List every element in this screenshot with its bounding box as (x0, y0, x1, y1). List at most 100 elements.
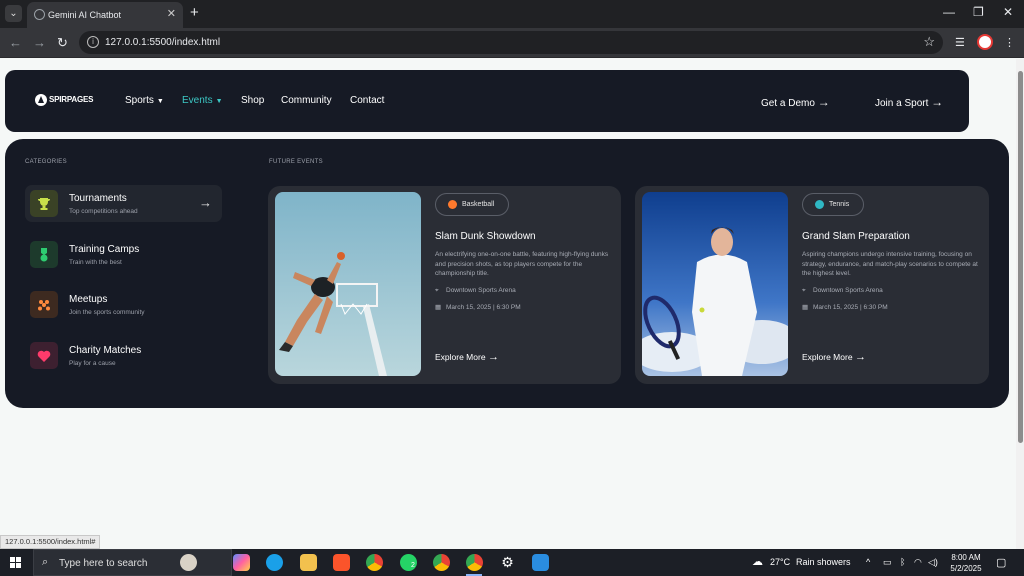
location-pin-icon: ⌖ (802, 287, 806, 294)
event-location: ⌖ Downtown Sports Arena (435, 287, 516, 294)
chevron-down-icon: ▼ (156, 98, 164, 105)
forward-button[interactable]: → (33, 35, 46, 50)
weather-text[interactable]: Rain showers (796, 557, 851, 567)
bookmark-star-icon[interactable]: ☆ (923, 34, 935, 50)
tab-search-button[interactable]: ⌄ (5, 5, 22, 22)
category-training-camps[interactable]: Training Camps Train with the best (25, 236, 222, 273)
nav-events[interactable]: Events ▼ (182, 95, 223, 106)
page-scrollbar[interactable] (1016, 59, 1024, 549)
brave-icon[interactable] (333, 554, 350, 571)
event-location: ⌖ Downtown Sports Arena (802, 287, 883, 294)
chrome-active-icon[interactable] (466, 554, 483, 571)
site-logo[interactable]: SPIRPAGES (35, 94, 93, 106)
tennis-photo (642, 192, 788, 376)
whatsapp-badge: 2 (411, 562, 415, 569)
chrome-icon[interactable] (366, 554, 383, 571)
tab-title: Gemini AI Chatbot (48, 10, 122, 20)
calendar-icon: ▦ (435, 304, 442, 311)
category-subtitle: Join the sports community (69, 309, 145, 316)
settings-gear-icon[interactable]: ⚙ (499, 554, 516, 571)
category-subtitle: Play for a cause (69, 360, 116, 367)
back-button[interactable]: ← (9, 35, 22, 50)
vscode-icon[interactable] (532, 554, 549, 571)
reading-list-icon[interactable]: ☰ (955, 36, 965, 49)
category-tournaments[interactable]: Tournaments Top competitions ahead → (25, 185, 222, 222)
category-name: Training Camps (69, 244, 140, 255)
reload-button[interactable]: ↻ (57, 35, 68, 51)
menu-dots-icon[interactable]: ⋮ (1004, 36, 1015, 49)
join-sport-link[interactable]: Join a Sport → (875, 95, 943, 109)
url-bar[interactable]: i 127.0.0.1:5500/index.html ☆ (79, 31, 943, 54)
bluetooth-icon[interactable]: ᛒ (900, 557, 905, 567)
event-card-basketball[interactable]: Basketball Slam Dunk Showdown An electri… (268, 186, 621, 384)
explore-more-link[interactable]: Explore More → (802, 351, 866, 363)
weather-temp[interactable]: 27°C (770, 557, 790, 567)
category-meetups[interactable]: Meetups Join the sports community (25, 286, 222, 323)
category-subtitle: Top competitions ahead (69, 208, 138, 215)
arrow-right-icon: → (199, 195, 212, 210)
taskbar-search-placeholder: Type here to search (59, 558, 148, 569)
taskbar-search-box[interactable]: ⌕ Type here to search (33, 549, 232, 576)
event-description: An electrifying one-on-one battle, featu… (435, 251, 609, 277)
notifications-icon[interactable]: ▢ (996, 556, 1006, 569)
close-tab-icon[interactable]: ✕ (167, 7, 176, 20)
globe-icon (34, 9, 45, 20)
clock-time: 8:00 AM (951, 553, 981, 562)
clock-date: 5/2/2025 (950, 564, 982, 573)
category-name: Meetups (69, 294, 108, 305)
basketball-photo (275, 192, 421, 376)
battery-icon[interactable]: ▭ (883, 557, 892, 568)
future-events-heading: FUTURE EVENTS (269, 159, 323, 165)
taskbar-clock[interactable]: 8:00 AM 5/2/2025 (942, 552, 990, 574)
event-title: Slam Dunk Showdown (435, 231, 536, 242)
tray-chevron-icon[interactable]: ^ (866, 557, 870, 567)
new-tab-button[interactable]: + (190, 4, 199, 21)
browser-tab[interactable]: Gemini AI Chatbot ✕ (27, 2, 183, 28)
chevron-down-icon: ▼ (215, 98, 223, 105)
profile-avatar[interactable] (977, 34, 993, 50)
arrow-right-icon: → (854, 351, 866, 363)
weather-icon: ☁ (752, 556, 763, 568)
location-pin-icon: ⌖ (435, 287, 439, 294)
minimize-button[interactable]: — (943, 5, 955, 19)
category-charity-matches[interactable]: Charity Matches Play for a cause (25, 337, 222, 374)
copilot-icon[interactable] (233, 554, 250, 571)
nav-community[interactable]: Community (281, 95, 332, 106)
windows-start-icon[interactable] (10, 557, 22, 569)
wifi-icon[interactable]: ◠ (914, 557, 922, 568)
close-window-button[interactable]: ✕ (1003, 5, 1013, 19)
windows-taskbar: ⌕ Type here to search 2 ⚙ ☁ 27°C Rain sh… (0, 549, 1024, 576)
site-navbar: SPIRPAGES Sports ▼ Events ▼ Shop Community… (5, 70, 969, 132)
medal-icon (30, 241, 58, 268)
file-explorer-icon[interactable] (300, 554, 317, 571)
owl-widget-icon[interactable] (180, 554, 197, 571)
nav-contact[interactable]: Contact (350, 95, 384, 106)
group-icon (30, 291, 58, 318)
site-info-icon[interactable]: i (87, 36, 99, 48)
maximize-button[interactable]: ❐ (973, 5, 984, 19)
categories-heading: CATEGORIES (25, 159, 67, 165)
tennis-racket-icon (815, 200, 824, 209)
explore-more-link[interactable]: Explore More → (435, 351, 499, 363)
sport-tag-basketball[interactable]: Basketball (435, 193, 510, 216)
search-icon: ⌕ (42, 556, 49, 568)
event-card-tennis[interactable]: Tennis Grand Slam Preparation Aspiring c… (635, 186, 989, 384)
logo-mark-icon (35, 94, 47, 106)
category-name: Charity Matches (69, 345, 142, 356)
events-mega-menu: CATEGORIES FUTURE EVENTS Tournaments Top… (5, 139, 1009, 408)
arrow-right-icon: → (931, 95, 944, 109)
nav-sports[interactable]: Sports ▼ (125, 95, 164, 106)
category-name: Tournaments (69, 193, 127, 204)
volume-icon[interactable]: ◁) (928, 557, 938, 568)
chrome-profile-icon[interactable] (433, 554, 450, 571)
calendar-icon: ▦ (802, 304, 809, 311)
nav-shop[interactable]: Shop (241, 95, 264, 106)
get-demo-link[interactable]: Get a Demo → (761, 95, 830, 109)
event-title: Grand Slam Preparation (802, 231, 910, 242)
url-text: 127.0.0.1:5500/index.html (105, 37, 221, 48)
status-url-tooltip: 127.0.0.1:5500/index.html# (0, 535, 101, 549)
scrollbar-thumb[interactable] (1018, 71, 1023, 443)
sport-tag-tennis[interactable]: Tennis (802, 193, 865, 216)
arrow-right-icon: → (487, 351, 499, 363)
edge-icon[interactable] (266, 554, 283, 571)
